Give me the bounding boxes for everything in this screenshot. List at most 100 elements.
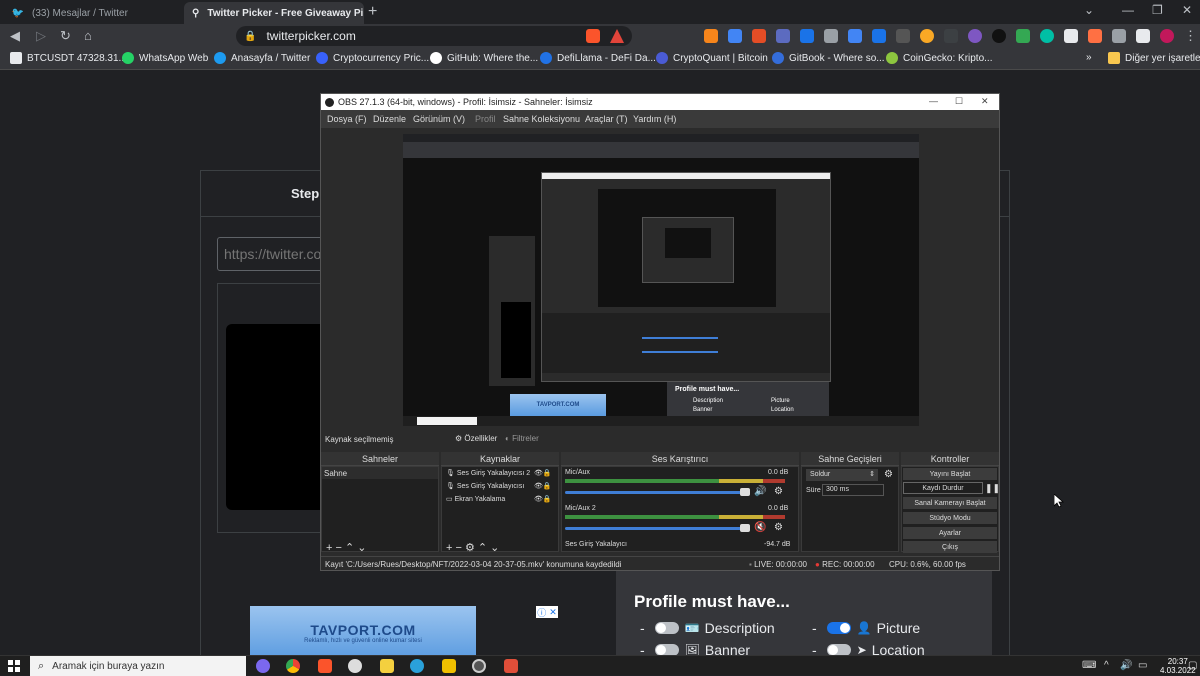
minimize-button[interactable]: — bbox=[1122, 3, 1134, 17]
stop-recording-button[interactable]: Kaydı Durdur bbox=[903, 482, 983, 494]
source-item[interactable]: 🎙 Ses Giriş Yakalayıcısı 2 bbox=[446, 469, 530, 477]
menu-help[interactable]: Yardım (H) bbox=[633, 114, 676, 124]
extension-n-icon[interactable] bbox=[992, 29, 1006, 43]
maximize-button[interactable]: ❐ bbox=[1152, 3, 1163, 17]
gear-icon[interactable]: ⚙ bbox=[774, 486, 783, 497]
network-icon[interactable]: ▭ bbox=[1138, 660, 1147, 671]
windows-start-icon[interactable] bbox=[8, 660, 20, 672]
other-bookmarks-folder[interactable]: Diğer yer işaretleri bbox=[1108, 52, 1200, 64]
discord-icon[interactable] bbox=[256, 659, 270, 673]
obs-maximize-button[interactable]: ☐ bbox=[955, 96, 963, 107]
brave-shield-icon[interactable] bbox=[586, 29, 600, 43]
extension-leaf-icon[interactable] bbox=[1016, 29, 1030, 43]
bookmark-item[interactable]: GitHub: Where the... bbox=[430, 52, 538, 64]
obs-running-icon[interactable] bbox=[472, 659, 486, 673]
menu-edit[interactable]: Düzenle bbox=[373, 114, 406, 124]
volume-icon[interactable]: 🔊 bbox=[1120, 660, 1132, 671]
extension-c-icon[interactable] bbox=[1040, 29, 1054, 43]
home-icon[interactable]: ⌂ bbox=[84, 28, 92, 43]
extension-a-icon[interactable] bbox=[752, 29, 766, 43]
settings-button[interactable]: Ayarlar bbox=[903, 527, 997, 539]
exit-button[interactable]: Çıkış bbox=[903, 541, 997, 553]
extension-link-icon[interactable] bbox=[824, 29, 838, 43]
sticky-notes-icon[interactable] bbox=[380, 659, 394, 673]
source-item[interactable]: ▭ Ekran Yakalama bbox=[446, 495, 505, 503]
translate-icon[interactable] bbox=[728, 29, 742, 43]
bookmark-item[interactable]: GitBook - Where so... bbox=[772, 52, 885, 64]
obs-preview[interactable]: TAVPORT.COM Profile must have... Descrip… bbox=[403, 134, 919, 426]
ad-close-button[interactable]: ⓘ ✕ bbox=[536, 606, 558, 618]
properties-button[interactable]: ⚙ Özellikler bbox=[455, 434, 497, 443]
gear-icon[interactable]: ⚙ bbox=[774, 522, 783, 533]
filters-button[interactable]: ◐ Filtreler bbox=[505, 434, 539, 443]
pause-icon[interactable]: ❚❚ bbox=[985, 483, 1000, 494]
start-virtual-camera-button[interactable]: Sanal Kamerayı Başlat bbox=[903, 497, 997, 509]
bookmark-item[interactable]: Anasayfa / Twitter bbox=[214, 52, 310, 64]
extension-page-icon[interactable] bbox=[1064, 29, 1078, 43]
bookmark-item[interactable]: WhatsApp Web bbox=[122, 52, 208, 64]
extension-circle-icon[interactable] bbox=[896, 29, 910, 43]
start-streaming-button[interactable]: Yayını Başlat bbox=[903, 468, 997, 480]
source-item[interactable]: 🎙 Ses Giriş Yakalayıcısı bbox=[446, 482, 524, 490]
tray-chevron-icon[interactable]: ^ bbox=[1104, 660, 1109, 671]
forward-icon[interactable]: ▷ bbox=[36, 28, 46, 44]
studio-mode-button[interactable]: Stüdyo Modu bbox=[903, 512, 997, 524]
obs-close-button[interactable]: ✕ bbox=[981, 96, 989, 107]
option-description[interactable]: - 🪪 Description bbox=[640, 620, 775, 636]
extension-gear-icon[interactable] bbox=[944, 29, 958, 43]
volume-knob[interactable] bbox=[740, 488, 750, 496]
description-toggle[interactable] bbox=[654, 622, 679, 634]
scene-controls[interactable]: + − ⌃ ⌄ bbox=[326, 541, 366, 554]
address-bar[interactable]: 🔒 twitterpicker.com bbox=[236, 26, 632, 46]
chrome-icon[interactable] bbox=[286, 659, 300, 673]
bookmark-item[interactable]: DefiLlama - DeFi Da... bbox=[540, 52, 656, 64]
extension-k-icon[interactable] bbox=[776, 29, 790, 43]
menu-file[interactable]: Dosya (F) bbox=[327, 114, 367, 124]
extension-s-icon[interactable] bbox=[800, 29, 814, 43]
back-icon[interactable]: ◀ bbox=[10, 28, 20, 44]
volume-slider[interactable] bbox=[565, 491, 747, 494]
extension-eye-icon[interactable] bbox=[968, 29, 982, 43]
visibility-icon[interactable]: 👁🔒 bbox=[534, 482, 552, 490]
keyboard-icon[interactable]: ⌨ bbox=[1082, 660, 1096, 671]
brave-icon[interactable] bbox=[318, 659, 332, 673]
duration-input[interactable]: 300 ms bbox=[822, 484, 884, 496]
extension-shield-icon[interactable] bbox=[872, 29, 886, 43]
extension-coin-icon[interactable] bbox=[920, 29, 934, 43]
extension-arrows-icon[interactable] bbox=[848, 29, 862, 43]
scene-item[interactable]: Sahne bbox=[324, 469, 347, 478]
notifications-icon[interactable]: ▢ bbox=[1188, 660, 1197, 671]
menu-view[interactable]: Görünüm (V) bbox=[413, 114, 465, 124]
source-controls[interactable]: + − ⚙ ⌃ ⌄ bbox=[446, 541, 499, 554]
tab-twitter-messages[interactable]: 🐦 (33) Mesajlar / Twitter bbox=[4, 2, 180, 24]
menu-kebab-icon[interactable]: ⋮ bbox=[1184, 28, 1197, 44]
profile-avatar[interactable] bbox=[1160, 29, 1174, 43]
reload-icon[interactable]: ↻ bbox=[60, 28, 71, 44]
bookmark-item[interactable]: CoinGecko: Kripto... bbox=[886, 52, 992, 64]
tab-twitter-picker[interactable]: ⚲ Twitter Picker - Free Giveaway Pi ✕ bbox=[184, 2, 364, 24]
bookmarks-more-button[interactable]: » bbox=[1086, 52, 1092, 63]
bookmark-item[interactable]: Cryptocurrency Pric... bbox=[316, 52, 429, 64]
volume-knob[interactable] bbox=[740, 524, 750, 532]
obs-taskbar-icon[interactable] bbox=[348, 659, 362, 673]
menu-profile[interactable]: Profil bbox=[475, 114, 496, 124]
taskbar-search[interactable]: ⌕ Aramak için buraya yazın bbox=[30, 656, 246, 676]
picture-toggle[interactable] bbox=[826, 622, 851, 634]
menu-scene-collection[interactable]: Sahne Koleksiyonu bbox=[503, 114, 580, 124]
file-explorer-icon[interactable] bbox=[442, 659, 456, 673]
metamask-icon[interactable] bbox=[704, 29, 718, 43]
muted-speaker-icon[interactable]: 🔇 bbox=[754, 522, 766, 533]
extensions-puzzle-icon[interactable] bbox=[1112, 29, 1126, 43]
transition-select[interactable]: Soldur ⇕ bbox=[806, 469, 878, 481]
close-tab-icon[interactable]: ✕ bbox=[363, 8, 364, 19]
close-window-button[interactable]: ✕ bbox=[1182, 3, 1192, 17]
ad-banner[interactable]: TAVPORT.COM Reklamlı, hızlı ve güvenli o… bbox=[250, 606, 476, 660]
telegram-icon[interactable] bbox=[410, 659, 424, 673]
reading-list-icon[interactable] bbox=[1136, 29, 1150, 43]
bookmark-item[interactable]: BTCUSDT 47328.31... bbox=[10, 52, 127, 64]
gear-icon[interactable]: ⚙ bbox=[884, 469, 893, 480]
new-tab-button[interactable]: + bbox=[368, 3, 377, 21]
obs-minimize-button[interactable]: — bbox=[929, 96, 938, 106]
bookmark-item[interactable]: CryptoQuant | Bitcoin bbox=[656, 52, 768, 64]
tab-search-icon[interactable]: ⌄ bbox=[1084, 3, 1094, 17]
